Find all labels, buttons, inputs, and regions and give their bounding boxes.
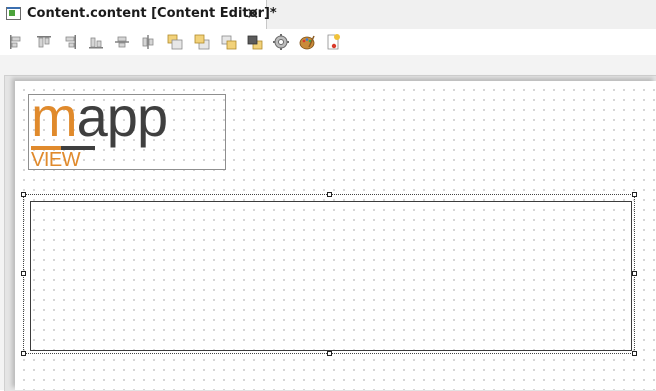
- align-left-icon[interactable]: [7, 33, 25, 51]
- resize-handle-top-left[interactable]: [21, 192, 26, 197]
- send-backward-icon[interactable]: [246, 33, 264, 51]
- send-to-back-icon[interactable]: [193, 33, 211, 51]
- theme-palette-icon[interactable]: [298, 33, 316, 51]
- align-top-icon[interactable]: [35, 33, 53, 51]
- mapp-view-logo-image[interactable]: mapp VIEW: [28, 85, 226, 171]
- resize-handle-top[interactable]: [327, 192, 332, 197]
- resize-handle-bottom[interactable]: [327, 351, 332, 356]
- bring-to-front-icon[interactable]: [166, 33, 184, 51]
- resize-handle-bottom-left[interactable]: [21, 351, 26, 356]
- align-bottom-icon[interactable]: [87, 33, 105, 51]
- layout-toolbar: [0, 29, 656, 55]
- new-document-icon[interactable]: [324, 33, 342, 51]
- resize-handle-left[interactable]: [21, 271, 26, 276]
- align-right-icon[interactable]: [61, 33, 79, 51]
- resize-handle-top-right[interactable]: [632, 192, 637, 197]
- logo-wordmark: mapp: [31, 85, 168, 148]
- content-editor-icon: [6, 7, 21, 20]
- settings-gear-icon[interactable]: [272, 33, 290, 51]
- tab-content-editor[interactable]: Content.content [Content Editor]* ✕: [0, 0, 277, 29]
- editor-tab-strip: Content.content [Content Editor]* ✕: [0, 0, 656, 30]
- bring-forward-icon[interactable]: [220, 33, 238, 51]
- center-vertical-icon[interactable]: [113, 33, 131, 51]
- close-icon[interactable]: ✕: [246, 4, 259, 24]
- selected-widget[interactable]: [30, 201, 632, 351]
- logo-view-text: VIEW: [31, 149, 81, 171]
- center-horizontal-icon[interactable]: [139, 33, 157, 51]
- resize-handle-right[interactable]: [632, 271, 637, 276]
- resize-handle-bottom-right[interactable]: [632, 351, 637, 356]
- tab-title: Content.content [Content Editor]*: [27, 6, 277, 21]
